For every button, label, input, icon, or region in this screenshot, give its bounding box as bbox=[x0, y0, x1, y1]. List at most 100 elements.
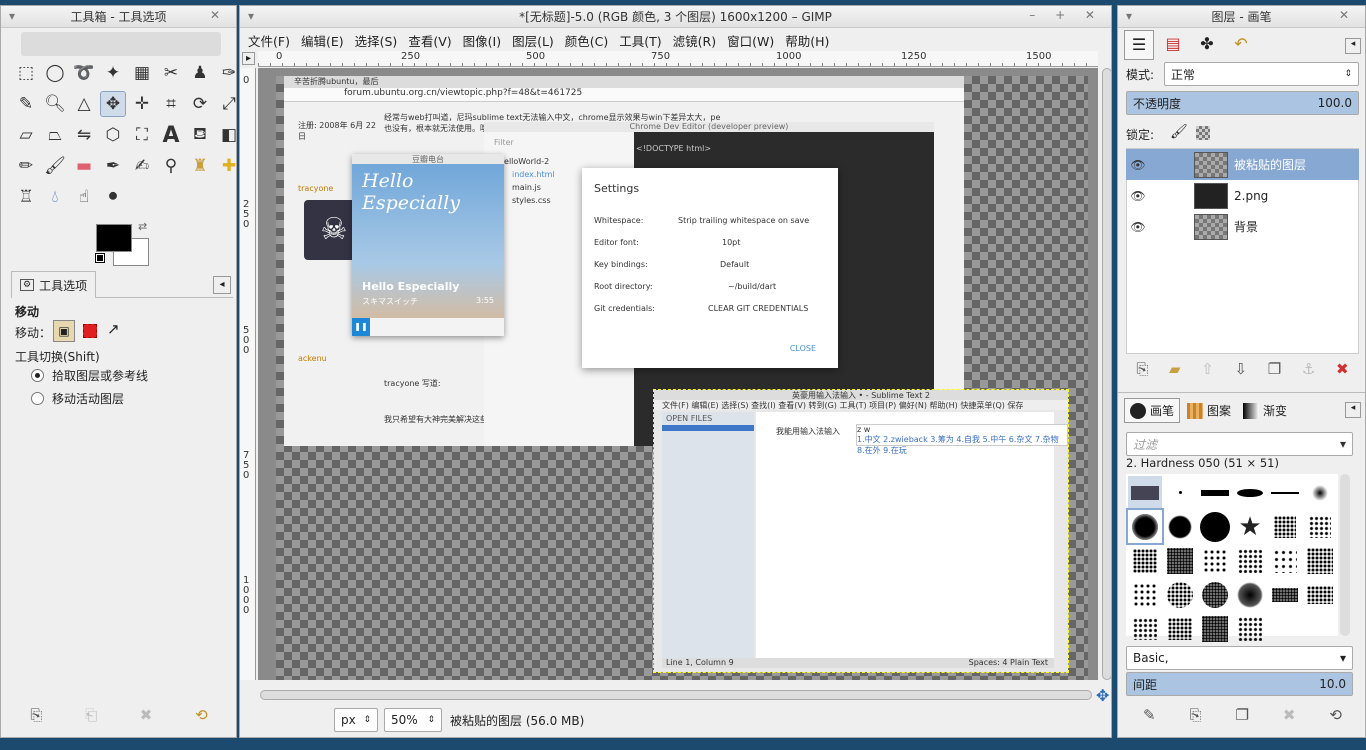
brush-dock-menu-icon[interactable]: ◂ bbox=[1345, 402, 1361, 418]
lock-alpha-icon[interactable] bbox=[1196, 126, 1210, 140]
delete-brush-icon[interactable]: ✖ bbox=[1283, 706, 1296, 724]
menu-filters[interactable]: 滤镜(R) bbox=[673, 28, 724, 50]
zoom-icon[interactable]: 🔍︎ bbox=[42, 91, 68, 117]
radio-move-active[interactable]: 移动活动图层 bbox=[31, 390, 124, 407]
lower-layer-icon[interactable]: ⇩ bbox=[1234, 360, 1247, 378]
crop-icon[interactable]: ⌗ bbox=[158, 91, 184, 117]
toolbox-titlebar[interactable]: ▾ 工具箱 - 工具选项 ✕ bbox=[1, 6, 236, 28]
foreground-select-icon[interactable]: ♟ bbox=[187, 60, 213, 86]
brush-cell[interactable] bbox=[1198, 544, 1232, 577]
tab-menu-icon[interactable]: ◂ bbox=[213, 276, 231, 294]
perspective-icon[interactable]: ⏢ bbox=[42, 122, 68, 148]
eraser-icon[interactable]: ▬ bbox=[71, 153, 97, 179]
airbrush-icon[interactable]: ✒ bbox=[100, 153, 126, 179]
image-canvas[interactable]: 辛苦折腾ubuntu，最后 forum.ubuntu.org.cn/viewto… bbox=[276, 76, 1088, 680]
new-brush-icon[interactable]: ⎘ bbox=[1190, 706, 1202, 724]
window-menu-icon[interactable]: ▾ bbox=[248, 9, 254, 23]
move-layer-icon[interactable]: ▣ bbox=[53, 320, 75, 342]
swap-colors-icon[interactable]: ⇄ bbox=[138, 220, 147, 233]
rotate-icon[interactable]: ⟳ bbox=[187, 91, 213, 117]
color-select-icon[interactable]: ▦ bbox=[129, 60, 155, 86]
lock-pixels-icon[interactable]: 🖌︎ bbox=[1170, 124, 1188, 140]
mypaint-icon[interactable]: ⚲ bbox=[158, 153, 184, 179]
opacity-slider[interactable]: 不透明度 100.0 bbox=[1126, 91, 1359, 115]
tab-patterns[interactable]: 图案 bbox=[1182, 398, 1236, 423]
perspective-clone-icon[interactable]: ♖ bbox=[13, 184, 39, 210]
menu-select[interactable]: 选择(S) bbox=[355, 28, 406, 50]
menu-tools[interactable]: 工具(T) bbox=[619, 28, 669, 50]
anchor-layer-icon[interactable]: ⚓︎ bbox=[1302, 360, 1315, 378]
free-select-icon[interactable]: ➰ bbox=[71, 60, 97, 86]
brush-preset-select[interactable]: Basic, ▾ bbox=[1126, 646, 1353, 670]
radio-move-active-dot[interactable] bbox=[31, 392, 44, 405]
brush-cell[interactable]: ★ bbox=[1233, 510, 1267, 543]
delete-options-icon[interactable]: ✖ bbox=[140, 706, 153, 724]
radio-pick-layer[interactable]: 拾取图层或参考线 bbox=[31, 367, 148, 384]
ellipse-select-icon[interactable]: ◯ bbox=[42, 60, 68, 86]
default-colors-icon[interactable] bbox=[95, 253, 105, 263]
bucket-fill-icon[interactable]: ⛾ bbox=[187, 122, 213, 148]
horizontal-ruler[interactable]: 0 250 500 750 1000 1250 1500 bbox=[258, 51, 1098, 67]
brush-cell[interactable] bbox=[1163, 510, 1197, 543]
brush-cell[interactable] bbox=[1163, 578, 1197, 611]
brush-cell[interactable] bbox=[1233, 476, 1267, 509]
tab-channels[interactable]: ▤ bbox=[1158, 30, 1188, 60]
tab-paths[interactable]: ✤ bbox=[1192, 30, 1222, 60]
layer-row[interactable]: 👁︎ 2.png bbox=[1126, 180, 1359, 211]
zoom-select[interactable]: 50% ⇕ bbox=[384, 708, 442, 732]
chevron-down-icon[interactable]: ▾ bbox=[1340, 437, 1346, 451]
menu-file[interactable]: 文件(F) bbox=[248, 28, 298, 50]
window-menu-icon[interactable]: ▾ bbox=[9, 9, 15, 23]
brush-cell[interactable] bbox=[1128, 476, 1162, 509]
menu-colors[interactable]: 颜色(C) bbox=[565, 28, 616, 50]
flip-icon[interactable]: ⇋ bbox=[71, 122, 97, 148]
move-selection-icon[interactable] bbox=[83, 324, 97, 338]
clone-icon[interactable]: ♜ bbox=[187, 153, 213, 179]
menu-help[interactable]: 帮助(H) bbox=[785, 28, 837, 50]
unit-select[interactable]: px ⇕ bbox=[334, 708, 378, 732]
menu-view[interactable]: 查看(V) bbox=[408, 28, 459, 50]
brush-cell[interactable] bbox=[1128, 612, 1162, 645]
close-icon[interactable]: ✕ bbox=[210, 8, 228, 22]
brush-cell[interactable] bbox=[1198, 612, 1232, 645]
layer-name[interactable]: 2.png bbox=[1234, 189, 1268, 203]
scissors-icon[interactable]: ✂ bbox=[158, 60, 184, 86]
brush-cell[interactable] bbox=[1128, 544, 1162, 577]
quick-mask-menu-icon[interactable]: ▸ bbox=[242, 52, 255, 65]
brush-cell[interactable] bbox=[1198, 578, 1232, 611]
move-path-icon[interactable]: ↗ bbox=[107, 320, 120, 338]
vertical-scrollbar[interactable] bbox=[1102, 68, 1112, 680]
horizontal-scrollbar[interactable] bbox=[260, 690, 1092, 700]
menu-windows[interactable]: 窗口(W) bbox=[727, 28, 782, 50]
move-icon[interactable]: ✥ bbox=[100, 91, 126, 117]
brush-cell[interactable] bbox=[1303, 510, 1337, 543]
pencil-icon[interactable]: ✏ bbox=[13, 153, 39, 179]
close-icon[interactable]: ✕ bbox=[1339, 8, 1357, 22]
paintbrush-icon[interactable]: 🖌︎ bbox=[42, 153, 68, 179]
duplicate-brush-icon[interactable]: ❐ bbox=[1235, 706, 1248, 724]
brush-cell[interactable] bbox=[1233, 544, 1267, 577]
new-layer-icon[interactable]: ⎘ bbox=[1136, 360, 1148, 378]
brush-cell[interactable] bbox=[1303, 544, 1337, 577]
tab-tool-options[interactable]: ⚙ 工具选项 bbox=[11, 271, 97, 298]
menu-edit[interactable]: 编辑(E) bbox=[301, 28, 352, 50]
dock-menu-icon[interactable]: ◂ bbox=[1345, 38, 1361, 54]
brush-cell[interactable] bbox=[1163, 476, 1197, 509]
brush-cell[interactable] bbox=[1163, 544, 1197, 577]
tab-brushes[interactable]: 画笔 bbox=[1124, 398, 1181, 423]
foreground-color-front[interactable] bbox=[96, 224, 132, 252]
window-controls-icon[interactable]: – + ✕ bbox=[1029, 8, 1103, 22]
color-picker-icon[interactable]: ✎ bbox=[13, 91, 39, 117]
tab-undo[interactable]: ↶ bbox=[1226, 30, 1256, 60]
shear-icon[interactable]: ▱ bbox=[13, 122, 39, 148]
tab-gradients[interactable]: 渐变 bbox=[1238, 398, 1292, 423]
image-titlebar[interactable]: ▾ *[无标题]-5.0 (RGB 颜色, 3 个图层) 1600x1200 –… bbox=[240, 6, 1111, 28]
fuzzy-select-icon[interactable]: ✦ bbox=[100, 60, 126, 86]
text-tool-icon[interactable]: A bbox=[158, 122, 184, 148]
spacing-slider[interactable]: 间距 10.0 bbox=[1126, 672, 1353, 696]
visibility-eye-icon[interactable]: 👁︎ bbox=[1126, 158, 1150, 172]
vertical-ruler[interactable]: 0 250 500 750 1000 bbox=[240, 68, 256, 680]
blur-icon[interactable]: 💧︎ bbox=[42, 184, 68, 210]
brush-cell[interactable] bbox=[1268, 510, 1302, 543]
restore-options-icon[interactable]: ⎗ bbox=[85, 706, 97, 724]
